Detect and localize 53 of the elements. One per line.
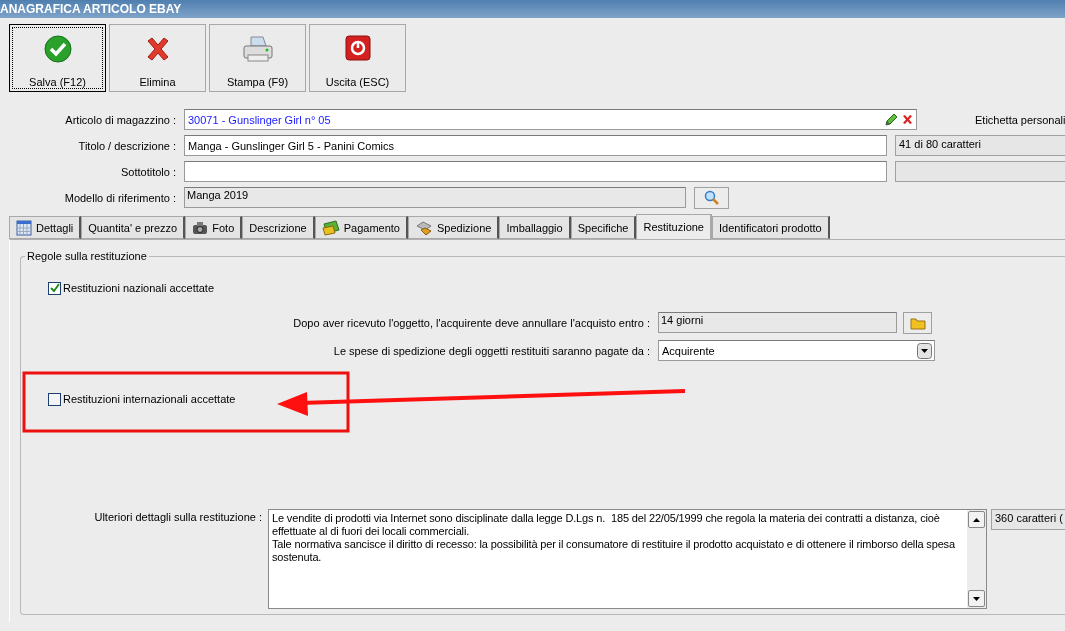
toolbar-button[interactable]: Stampa (F9) bbox=[209, 24, 306, 92]
checkbox-box[interactable] bbox=[48, 392, 61, 406]
field-label: Articolo di magazzino : bbox=[64, 113, 176, 126]
scroll-down-icon[interactable] bbox=[968, 590, 985, 607]
field-label: Modello di riferimento : bbox=[63, 191, 176, 204]
toolbar-button[interactable]: Uscita (ESC) bbox=[309, 24, 406, 92]
character-counter: 41 di 80 caratteri bbox=[895, 135, 1065, 156]
printer-icon bbox=[241, 35, 274, 65]
tab[interactable]: Foto bbox=[185, 216, 243, 239]
field-label: Le spese di spedizione degli oggetti restituiti saranno pagate da : bbox=[332, 344, 650, 357]
search-button[interactable] bbox=[694, 186, 729, 209]
title-field[interactable]: Manga - Gunslinger Girl 5 - Panini Comics bbox=[184, 135, 887, 156]
tab[interactable]: Descrizione bbox=[242, 216, 315, 239]
checkbox-box[interactable] bbox=[48, 281, 61, 295]
character-counter: 360 caratteri ( bbox=[991, 509, 1065, 530]
field-label: Etichetta personali bbox=[975, 113, 1065, 126]
field-label: Ulteriori dettagli sulla restituzione : bbox=[93, 510, 262, 523]
template-field[interactable]: Manga 2019 bbox=[184, 187, 686, 208]
camera-icon bbox=[192, 220, 209, 235]
checkmark-icon bbox=[49, 283, 60, 293]
tab[interactable]: Restituzione bbox=[636, 214, 712, 239]
search-icon bbox=[703, 189, 720, 206]
power-icon bbox=[344, 35, 371, 61]
field-label: Sottotitolo : bbox=[119, 165, 176, 178]
scrollbar[interactable] bbox=[967, 510, 986, 608]
field-label: Dopo aver ricevuto l'oggetto, l'acquirente deve annullare l'acquisto entro : bbox=[292, 316, 650, 329]
return-period-field[interactable]: 14 giorni bbox=[658, 312, 897, 333]
cross-icon[interactable] bbox=[902, 114, 913, 125]
tab[interactable]: Imballaggio bbox=[499, 216, 571, 239]
calendar-icon bbox=[16, 219, 32, 236]
payer-dropdown[interactable]: Acquirente bbox=[658, 340, 935, 361]
tab[interactable]: Dettagli bbox=[9, 216, 82, 239]
checkbox[interactable]: Restituzioni internazionali accettate bbox=[48, 390, 1065, 408]
toolbar-button[interactable]: Salva (F12) bbox=[9, 24, 106, 92]
item-field[interactable]: 30071 - Gunslinger Girl n° 05 bbox=[184, 109, 917, 130]
field-label: Titolo / descrizione : bbox=[77, 139, 176, 152]
tab[interactable]: Spedizione bbox=[408, 216, 500, 239]
tab[interactable]: Quantita' e prezzo bbox=[81, 216, 186, 239]
package-icon bbox=[415, 219, 433, 236]
scroll-up-icon[interactable] bbox=[968, 511, 985, 528]
folder-icon bbox=[909, 315, 926, 330]
window-title: ANAGRAFICA ARTICOLO EBAY bbox=[0, 0, 1065, 18]
subtitle-field[interactable] bbox=[184, 161, 887, 182]
banknote-icon bbox=[321, 219, 340, 236]
pencil-icon[interactable] bbox=[884, 112, 898, 127]
group-title: Regole sulla restituzione bbox=[26, 250, 148, 262]
tab[interactable]: Pagamento bbox=[314, 216, 408, 239]
checkmark-icon bbox=[43, 35, 72, 63]
checkbox[interactable]: Restituzioni nazionali accettate bbox=[48, 279, 1065, 297]
tab[interactable]: Identificatori prodotto bbox=[712, 216, 830, 239]
toolbar-button[interactable]: Elimina bbox=[109, 24, 206, 92]
details-textarea[interactable]: Le vendite di prodotti via Internet sono disciplinate dalla legge D.Lgs n. 185 del 22/05/1999 che regola la materia dei contratti a distanza, cioè effettuate al di fuori dei locali commerciali. Tale normativa sancisce il diritto di recesso: la possibilità per il consumatore di restituire il prodotto acquistato e di ottenere il rimborso della spesa sostenuta. bbox=[268, 509, 987, 609]
tab[interactable]: Specifiche bbox=[570, 216, 637, 239]
